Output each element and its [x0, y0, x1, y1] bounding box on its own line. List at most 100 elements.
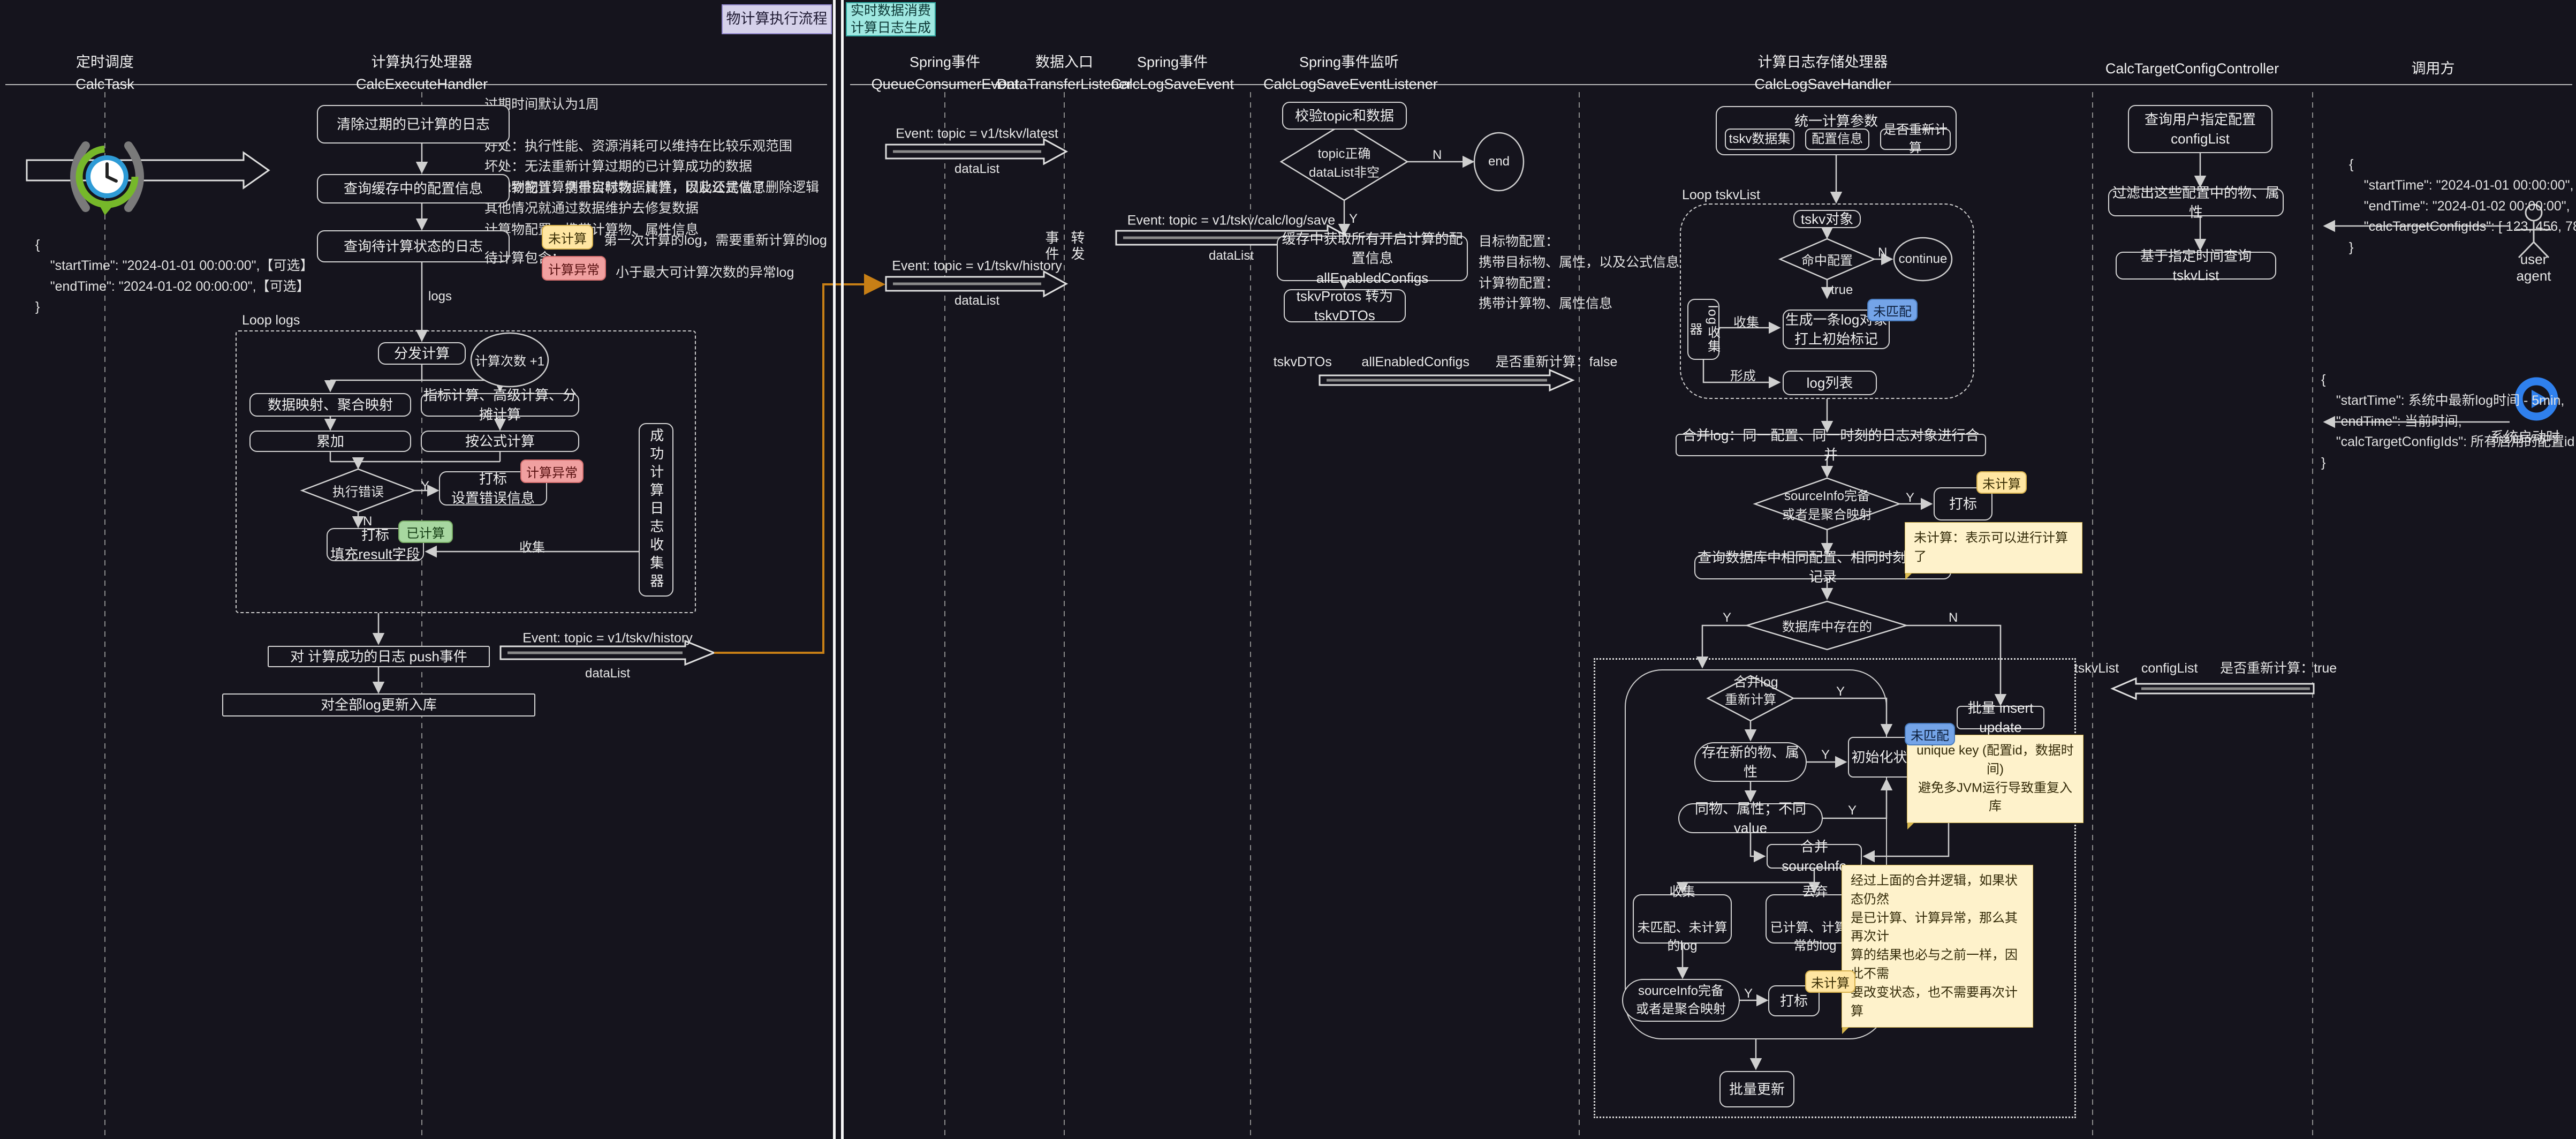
- calctask-request-json: { "startTime": "2024-01-01 00:00:00",【可选…: [35, 235, 314, 318]
- label-collect-handler: 收集: [1733, 312, 1759, 330]
- chip-tskv-dataset: tskv数据集: [1725, 129, 1794, 150]
- node-metric-calc: 指标计算、高级计算、分摊计算: [421, 393, 579, 417]
- caller-request-json-2: { "startTime": 系统中最新log时间 - 5min, "endTi…: [2321, 369, 2574, 473]
- node-get-enabled-configs: 缓存中获取所有开启计算的配置信息 allEnabledConfigs: [1277, 236, 1468, 281]
- participant-config-controller: CalcTargetConfigController: [2096, 58, 2289, 80]
- label-forward-right: 转发: [1067, 230, 1087, 262]
- merge-log-container-title: 合并log: [1733, 672, 1778, 691]
- event-history-payload: dataList: [954, 293, 999, 308]
- node-update-all-logs: 对全部log更新入库: [222, 693, 535, 716]
- label-db-exists-y: Y: [1723, 610, 1731, 625]
- node-accumulate: 累加: [249, 431, 411, 452]
- diagram-divider-line-2: [841, 0, 844, 1139]
- label-logs: logs: [428, 289, 452, 304]
- badge-mark-calc-error: 计算异常: [520, 459, 584, 483]
- node-formula-calc: 按公式计算: [421, 431, 579, 452]
- event-push-label: Event: topic = v1/tskv/history: [522, 631, 693, 646]
- orange-history-connector: [714, 284, 881, 653]
- event-save-payload: dataList: [1209, 248, 1254, 263]
- participant-save-listener-zh: Spring事件监听: [1263, 51, 1435, 73]
- node-log-collector: log收集器: [1687, 299, 1719, 360]
- node-log-list: log列表: [1783, 371, 1877, 395]
- calctask-trigger-arrow: [27, 153, 269, 188]
- participant-config-controller-en: CalcTargetConfigController: [2096, 58, 2289, 80]
- loop-tskvlist-label: Loop tskvList: [1682, 187, 1760, 203]
- label-recalc-y: Y: [1836, 684, 1845, 699]
- event-history-label: Event: topic = v1/tskv/history: [892, 259, 1062, 274]
- listener-call-labels: tskvDTOs allEnabledConfigs 是否重新计算：false: [1274, 351, 1618, 371]
- event-save-label: Event: topic = v1/tskv/calc/log/save: [1127, 213, 1335, 229]
- participant-save-handler-zh: 计算日志存储处理器: [1726, 51, 1919, 73]
- node-push-success-event: 对 计算成功的日志 push事件: [268, 646, 490, 667]
- node-sourceinfo-complete-2: sourceInfo完备 或者是聚合映射: [1622, 979, 1740, 1022]
- note-calc-error: 小于最大可计算次数的异常log: [616, 262, 794, 283]
- participant-save-event-zh: Spring事件: [1103, 51, 1242, 73]
- participant-calctask: 定时调度 CalcTask: [9, 51, 201, 95]
- label-exec-error-n: N: [363, 514, 372, 529]
- node-tskv-object: tskv对象: [1793, 210, 1861, 228]
- participant-save-handler: 计算日志存储处理器 CalcLogSaveHandler: [1726, 51, 1919, 95]
- participant-caller-zh: 调用方: [2337, 58, 2529, 80]
- badge-done: 已计算: [398, 521, 453, 543]
- controller-call-labels: tskvList configList 是否重新计算：true: [2074, 658, 2337, 677]
- label-exec-error-y: Y: [421, 479, 429, 494]
- note-listener-config: 目标物配置： 携带目标物、属性，以及公式信息 计算物配置： 携带计算物、属性信息: [1479, 231, 1703, 314]
- diagram-canvas: 物计算执行流程 实时数据消费 计算日志生成 定时调度 CalcTask 计算执行…: [0, 0, 2576, 1139]
- node-new-things-attrs: 存在新的物、属性: [1694, 742, 1807, 782]
- label-new-attr-y: Y: [1821, 748, 1830, 763]
- node-data-mapping: 数据映射、聚合映射: [249, 393, 411, 417]
- caller-request-json-1: { "startTime": "2024-01-01 00:00:00", "e…: [2349, 154, 2576, 258]
- node-calc-count: 计算次数 +1: [475, 351, 544, 369]
- node-batch-insert-update: 批量 insert update: [1957, 706, 2044, 729]
- badge-unmatched: 未匹配: [1867, 299, 1918, 321]
- node-filter-things: 过滤出这些配置中的物、属性: [2108, 188, 2284, 216]
- loop-logs-label: Loop logs: [242, 313, 300, 328]
- participant-executor: 计算执行处理器 CalcExecuteHandler: [325, 51, 518, 95]
- event-latest-payload: dataList: [954, 162, 999, 177]
- participant-calctask-en: CalcTask: [9, 73, 201, 95]
- node-success-log-collector: 成功计算日志收集器: [639, 423, 673, 597]
- label-same-attr-y: Y: [1848, 803, 1857, 818]
- participant-executor-en: CalcExecuteHandler: [325, 73, 518, 95]
- node-merge-log: 合并log：同一配置、同一时刻的日志对象进行合并: [1676, 434, 1986, 456]
- label-hit-config-true: true: [1831, 283, 1853, 298]
- label-topic-check-y: Y: [1349, 212, 1358, 227]
- note-uncalculated-means: 未计算：表示可以进行计算了: [1905, 522, 2082, 574]
- badge-uncalculated: 未计算: [542, 225, 593, 250]
- participant-save-event: Spring事件 CalcLogSaveEvent: [1103, 51, 1242, 95]
- legend-right-title: 实时数据消费 计算日志生成: [846, 2, 936, 36]
- participant-caller: 调用方: [2337, 58, 2529, 80]
- participant-executor-zh: 计算执行处理器: [325, 51, 518, 73]
- node-end: end: [1488, 154, 1510, 169]
- label-form: 形成: [1730, 365, 1756, 384]
- label-sourceinfo-y: Y: [1906, 491, 1914, 506]
- diamond-db-exists-label: 数据库中存在的: [1782, 616, 1872, 635]
- badge-uncalculated-2: 未计算: [1805, 970, 1855, 993]
- node-query-pending-logs: 查询待计算状态的日志: [317, 230, 510, 262]
- node-convert-protos: tskvProtos 转为 tskvDTOs: [1284, 289, 1406, 322]
- label-forward-left: 事件: [1042, 230, 1062, 262]
- participant-save-listener-en: CalcLogSaveEventListener: [1263, 73, 1435, 95]
- badge-mark-uncalculated: 未计算: [1976, 471, 2027, 494]
- node-validate-topic: 校验topic和数据: [1282, 102, 1407, 130]
- node-batch-update: 批量更新: [1719, 1071, 1794, 1107]
- node-continue: continue: [1899, 252, 1948, 267]
- label-sourceinfo2-y: Y: [1744, 986, 1753, 1001]
- node-query-user-config: 查询用户指定配置 configList: [2128, 105, 2272, 153]
- node-same-attr-diff-value: 同物、属性；不同value: [1678, 803, 1823, 833]
- event-latest-label: Event: topic = v1/tskv/latest: [896, 126, 1058, 142]
- participant-save-event-en: CalcLogSaveEvent: [1103, 73, 1242, 95]
- label-hit-config-n: N: [1878, 245, 1887, 260]
- node-clear-expired-logs: 清除过期的已计算的日志: [317, 105, 510, 144]
- participant-calctask-zh: 定时调度: [9, 51, 201, 73]
- startup-label: 系统启动时: [2490, 426, 2560, 446]
- legend-left-title: 物计算执行流程: [722, 4, 832, 34]
- badge-unmatched-2: 未匹配: [1905, 723, 1955, 745]
- label-collect-left: 收集: [519, 537, 545, 555]
- participant-save-handler-en: CalcLogSaveHandler: [1726, 73, 1919, 95]
- chip-recalc: 是否重新计算: [1880, 129, 1951, 150]
- note-uncalculated: 第一次计算的log，需要重新计算的log: [604, 230, 827, 251]
- label-topic-check-n: N: [1433, 148, 1442, 163]
- note-unique-key: unique key (配置id，数据时间) 避免多JVM运行导致重复入库: [1907, 735, 2083, 823]
- node-collect-unmatched: 收集 未匹配、未计算的log: [1633, 894, 1732, 944]
